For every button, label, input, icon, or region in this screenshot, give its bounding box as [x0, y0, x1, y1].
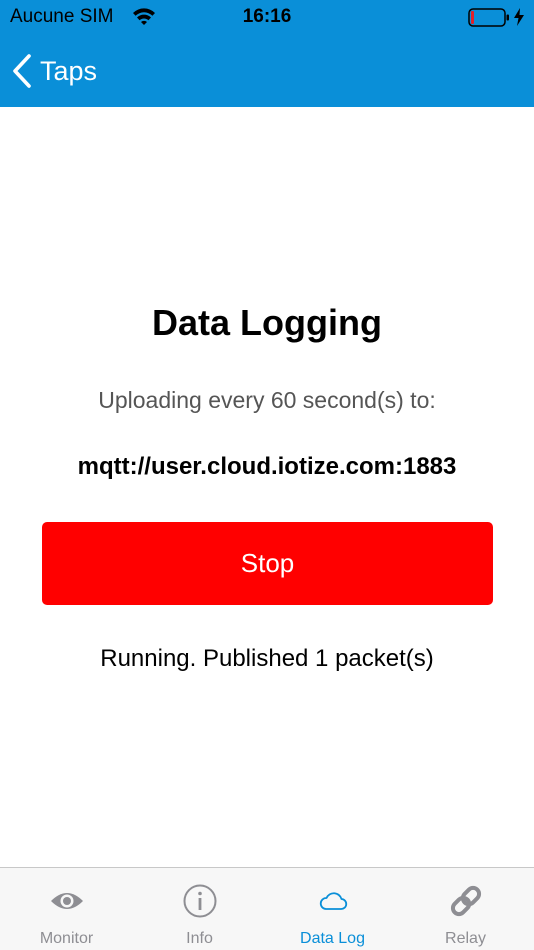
info-icon	[133, 882, 266, 920]
chevron-left-icon	[12, 54, 32, 88]
main-content: Data Logging Uploading every 60 second(s…	[0, 107, 534, 867]
back-button[interactable]: Taps	[12, 50, 97, 92]
link-icon	[399, 882, 532, 920]
upload-interval-text: Uploading every 60 second(s) to:	[98, 387, 436, 413]
nav-bar: Taps	[0, 36, 534, 107]
status-time: 16:16	[242, 6, 292, 27]
tab-label-relay: Relay	[445, 930, 486, 947]
tab-relay[interactable]: Relay	[399, 868, 532, 950]
cloud-icon	[266, 882, 399, 920]
tab-bar: Monitor Info Data Log Relay	[0, 867, 534, 950]
tab-info[interactable]: Info	[133, 868, 266, 950]
back-label: Taps	[40, 55, 98, 86]
charging-bolt-icon	[513, 7, 525, 33]
page-title: Data Logging	[152, 302, 382, 343]
tab-monitor[interactable]: Monitor	[0, 868, 133, 950]
status-bar: Aucune SIM 16:16	[0, 0, 534, 36]
broker-url: mqtt://user.cloud.iotize.com:1883	[77, 453, 457, 480]
battery-icon	[468, 8, 510, 34]
tab-data-log[interactable]: Data Log	[266, 868, 399, 950]
app-header: Aucune SIM 16:16 Taps	[0, 0, 534, 107]
logging-status: Running. Published 1 packet(s)	[100, 645, 434, 672]
eye-icon	[0, 882, 133, 920]
tab-label-info: Info	[186, 930, 213, 947]
tab-label-data-log: Data Log	[300, 930, 365, 947]
stop-button[interactable]: Stop	[42, 522, 493, 605]
tab-label-monitor: Monitor	[39, 930, 94, 947]
